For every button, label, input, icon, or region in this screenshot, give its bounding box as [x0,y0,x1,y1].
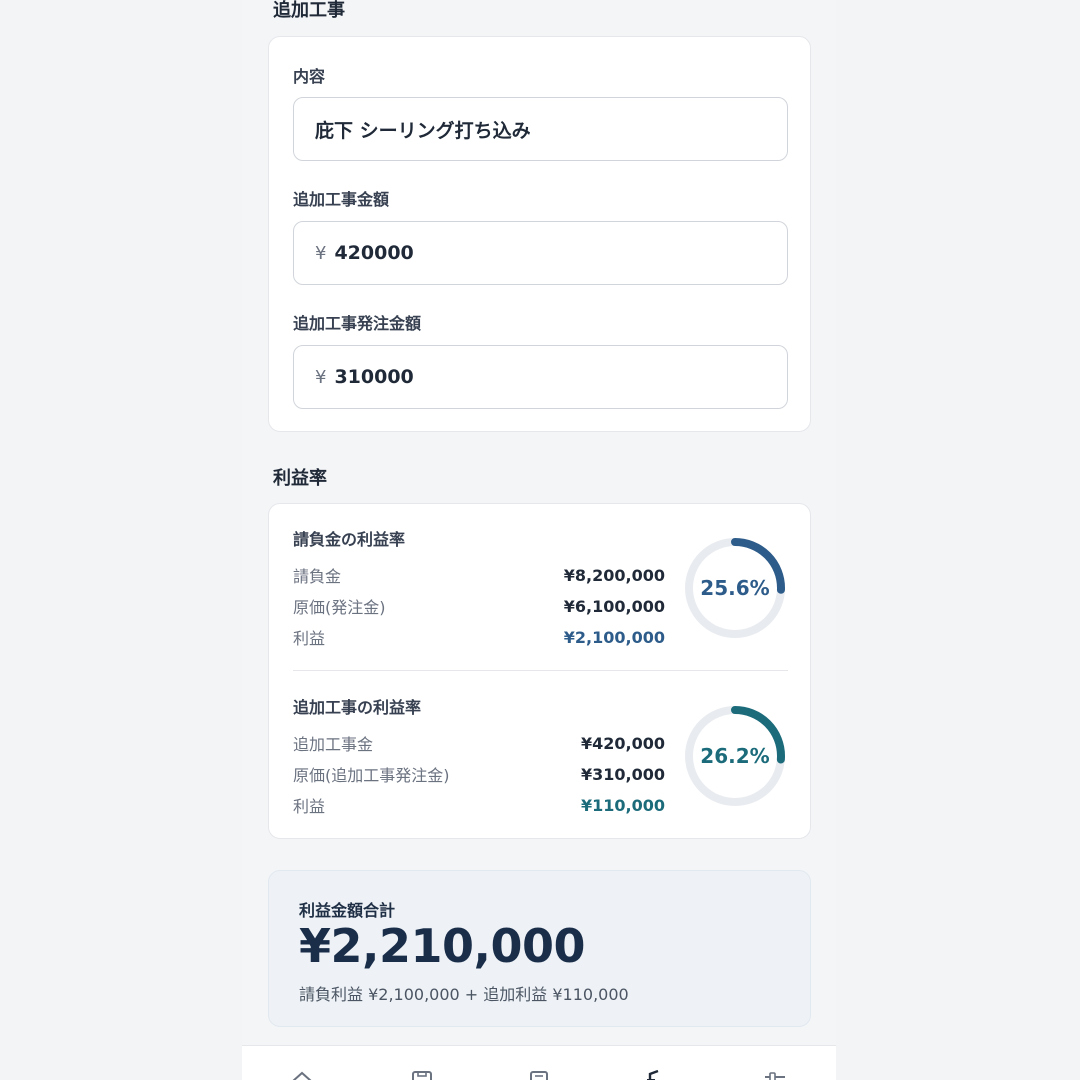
total-profit-label: 利益金額合計 [299,901,396,920]
contract-profit-percent: 25.6% [700,576,770,600]
additional-cost-row: 原価(追加工事発注金) ¥310,000 [293,762,665,786]
contract-profit-title: 請負金の利益率 [293,530,406,549]
row-label: 利益 [293,629,326,648]
calculator-icon[interactable] [526,1068,556,1080]
row-label: 原価(追加工事発注金) [293,766,450,785]
amount-input[interactable]: ¥ 420000 [293,221,788,285]
section-title-additional-work: 追加工事 [273,0,345,21]
yen-symbol: ¥ [315,366,327,388]
additional-profit-row: 利益 ¥110,000 [293,793,665,817]
bottom-nav [242,1045,836,1080]
section-title-profit-rate: 利益率 [273,468,327,489]
amount-label: 追加工事金額 [293,190,390,209]
content-value: 庇下 シーリング打ち込み [315,119,531,142]
contract-row: 請負金 ¥8,200,000 [293,563,665,587]
amount-value: 420000 [334,242,414,264]
profit-rate-card: 請負金の利益率 請負金 ¥8,200,000 原価(発注金) ¥6,100,00… [268,503,811,839]
divider [293,670,788,671]
chart-icon[interactable] [643,1068,673,1080]
contract-profit-donut: 25.6% [683,536,787,640]
row-label: 請負金 [293,567,342,586]
save-icon[interactable] [409,1068,439,1080]
total-profit-breakdown: 請負利益 ¥2,100,000 + 追加利益 ¥110,000 [299,985,629,1004]
additional-amount-row: 追加工事金 ¥420,000 [293,731,665,755]
additional-work-card: 内容 庇下 シーリング打ち込み 追加工事金額 ¥ 420000 追加工事発注金額… [268,36,811,432]
order-amount-value: 310000 [334,366,414,388]
settings-icon[interactable] [762,1068,792,1080]
row-value: ¥110,000 [580,795,665,815]
row-value: ¥6,100,000 [563,596,665,616]
row-value: ¥420,000 [580,733,665,753]
order-amount-label: 追加工事発注金額 [293,314,422,333]
yen-symbol: ¥ [315,242,327,264]
additional-profit-title: 追加工事の利益率 [293,698,422,717]
total-profit-amount: ¥2,210,000 [299,919,586,973]
row-value: ¥310,000 [580,764,665,784]
content-input[interactable]: 庇下 シーリング打ち込み [293,97,788,161]
content-label: 内容 [293,67,326,86]
app-screen: 追加工事 内容 庇下 シーリング打ち込み 追加工事金額 ¥ 420000 追加工… [242,0,836,1080]
contract-cost-row: 原価(発注金) ¥6,100,000 [293,594,665,618]
additional-profit-percent: 26.2% [700,744,770,768]
additional-profit-donut: 26.2% [683,704,787,808]
row-label: 原価(発注金) [293,598,386,617]
total-profit-card: 利益金額合計 ¥2,210,000 請負利益 ¥2,100,000 + 追加利益… [268,870,811,1027]
contract-profit-row: 利益 ¥2,100,000 [293,625,665,649]
row-label: 利益 [293,797,326,816]
home-icon[interactable] [289,1068,319,1080]
row-value: ¥8,200,000 [563,565,665,585]
order-amount-input[interactable]: ¥ 310000 [293,345,788,409]
row-value: ¥2,100,000 [563,627,665,647]
row-label: 追加工事金 [293,735,374,754]
